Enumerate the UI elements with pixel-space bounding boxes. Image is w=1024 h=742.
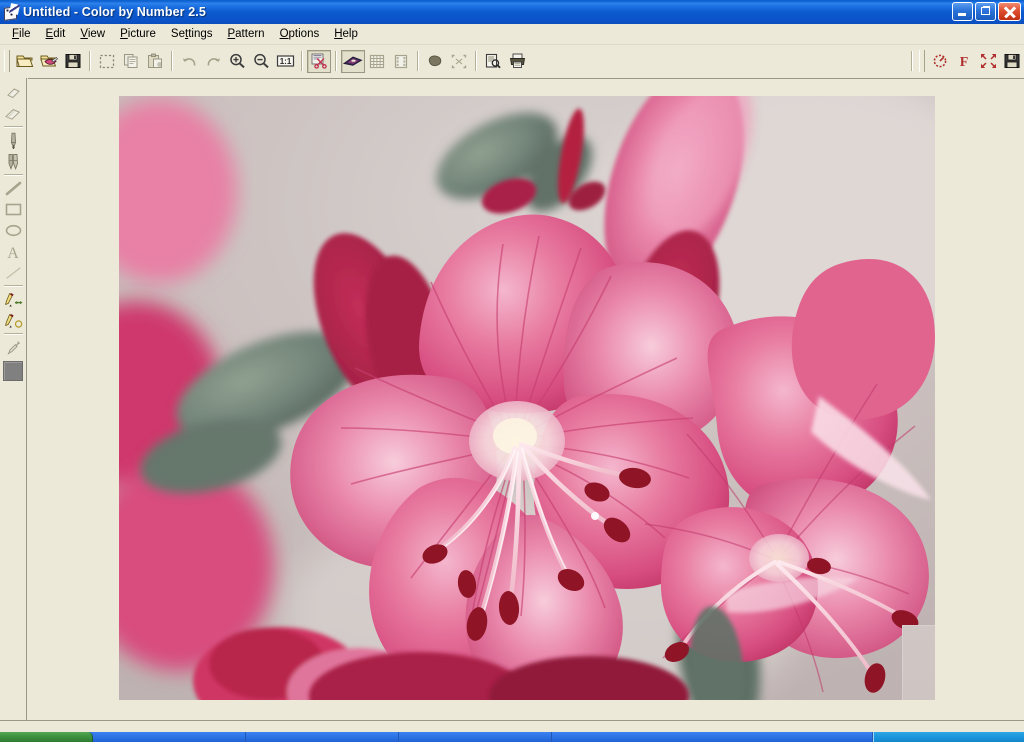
filmstrip-icon[interactable] [389, 50, 413, 73]
tool-palette: A [0, 78, 27, 720]
toolbar-separator [335, 51, 337, 71]
redo-icon[interactable] [201, 50, 225, 73]
eraser-large-icon[interactable] [2, 103, 24, 124]
restore-button[interactable]: Restore [975, 2, 996, 21]
window-controls: Minimize Restore Close [952, 2, 1021, 21]
toolbox-separator [3, 126, 23, 128]
application-window: Untitled - Color by Number 2.5 Minimize … [0, 0, 1024, 742]
app-palette-icon [3, 3, 20, 21]
menu-options[interactable]: Options [273, 25, 328, 43]
undo-icon[interactable] [177, 50, 201, 73]
save-red-icon[interactable] [1000, 50, 1024, 73]
palette-icon[interactable] [341, 49, 365, 73]
menu-bar: File Edit View Picture Settings Pattern … [0, 24, 1024, 45]
svg-text:F: F [960, 55, 969, 69]
pink-flower-photograph [119, 96, 935, 700]
status-bar [0, 720, 1024, 732]
resize-frame-icon[interactable] [447, 50, 471, 73]
window-title: Untitled - Color by Number 2.5 [23, 5, 206, 19]
eraser-icon[interactable] [2, 82, 24, 103]
taskbar-item[interactable] [93, 732, 246, 742]
minimize-button[interactable]: Minimize [952, 2, 973, 21]
toolbar-separator [475, 51, 477, 71]
save-icon[interactable] [61, 50, 85, 73]
toolbar-separator [911, 51, 913, 71]
title-bar[interactable]: Untitled - Color by Number 2.5 Minimize … [0, 0, 1024, 24]
copy-icon[interactable] [119, 50, 143, 73]
main-toolbar: 1:1 F [0, 46, 1024, 76]
menu-view[interactable]: View [73, 25, 113, 43]
refresh-circle-icon[interactable] [928, 50, 952, 73]
print-icon[interactable] [505, 50, 529, 73]
taskbar-item[interactable] [246, 732, 399, 742]
taskbar-item[interactable] [399, 732, 552, 742]
toolbar-grip[interactable] [4, 50, 10, 72]
paste-icon[interactable] [143, 50, 167, 73]
start-button[interactable]: start [0, 732, 93, 742]
letter-f-icon[interactable]: F [952, 50, 976, 73]
close-button[interactable]: Close [998, 2, 1021, 21]
zoom-out-icon[interactable] [249, 50, 273, 73]
thin-line-icon[interactable] [2, 262, 24, 283]
line-icon[interactable] [2, 178, 24, 199]
magnified-detail-inset[interactable] [902, 625, 935, 700]
select-marquee-icon[interactable] [95, 50, 119, 73]
zoom-in-icon[interactable] [225, 50, 249, 73]
current-color-swatch[interactable] [3, 361, 23, 381]
pencil-arrow-icon[interactable] [2, 289, 24, 310]
toolbox-separator [3, 174, 23, 176]
blob-shape-icon[interactable] [423, 50, 447, 73]
toolbar-grip-right[interactable] [919, 50, 925, 72]
open-image-icon[interactable] [37, 50, 61, 73]
toolbar-separator [417, 51, 419, 71]
taskbar-items [93, 732, 873, 742]
scissors-cut-icon[interactable] [307, 49, 331, 73]
pencil-circle-icon[interactable] [2, 310, 24, 331]
menu-picture[interactable]: Picture [113, 25, 164, 43]
windows-taskbar: start [0, 732, 1024, 742]
menu-settings[interactable]: Settings [164, 25, 221, 43]
magnified-detail-content [903, 626, 935, 700]
taskbar-item[interactable] [552, 732, 873, 742]
open-folder-icon[interactable] [13, 50, 37, 73]
toolbox-separator [3, 285, 23, 287]
rectangle-icon[interactable] [2, 199, 24, 220]
menu-edit[interactable]: Edit [39, 25, 74, 43]
brush-icon[interactable] [2, 151, 24, 172]
print-preview-icon[interactable] [481, 50, 505, 73]
ellipse-icon[interactable] [2, 220, 24, 241]
svg-text:1:1: 1:1 [279, 57, 291, 66]
menu-help[interactable]: Help [327, 25, 366, 43]
menu-pattern[interactable]: Pattern [220, 25, 272, 43]
toolbar-separator [171, 51, 173, 71]
toolbar-separator [89, 51, 91, 71]
eyedropper-icon[interactable] [2, 337, 24, 358]
text-icon[interactable]: A [2, 241, 24, 262]
toolbar-separator [301, 51, 303, 71]
zoom-actual-icon[interactable]: 1:1 [273, 50, 297, 73]
pencil-icon[interactable] [2, 130, 24, 151]
fit-arrows-icon[interactable] [976, 50, 1000, 73]
image-canvas[interactable] [119, 96, 935, 700]
toolbox-separator [3, 333, 23, 335]
system-tray[interactable] [873, 732, 1024, 742]
menu-file[interactable]: File [5, 25, 39, 43]
svg-text:A: A [7, 245, 19, 260]
grid-icon[interactable] [365, 50, 389, 73]
